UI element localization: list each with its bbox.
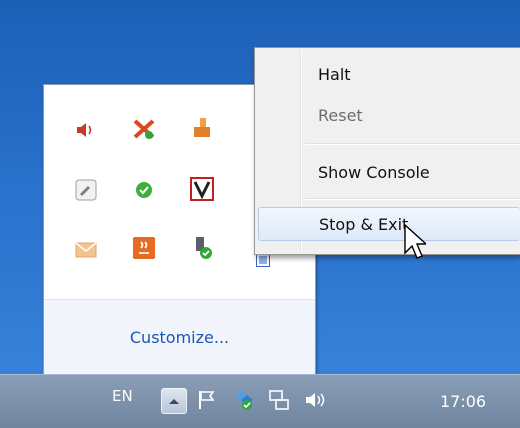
taskbar: EN 17:06	[0, 374, 520, 428]
v-check-icon[interactable]	[190, 177, 214, 201]
show-hidden-icons-button[interactable]	[161, 388, 187, 414]
menu-separator	[305, 198, 520, 200]
menu-item-reset[interactable]: Reset	[258, 98, 520, 132]
flag-icon[interactable]	[194, 387, 220, 413]
green-chat-icon[interactable]	[132, 178, 156, 202]
menu-separator	[305, 143, 520, 145]
network-icon[interactable]	[266, 387, 292, 413]
volume-red-icon[interactable]	[74, 118, 98, 142]
context-menu: Halt Reset Show Console Stop & Exit	[254, 47, 520, 255]
mouse-cursor-icon	[404, 224, 426, 259]
menu-item-halt[interactable]: Halt	[258, 57, 520, 91]
bucket-tool-icon[interactable]	[190, 115, 214, 139]
utility-x-icon[interactable]	[132, 117, 156, 141]
usb-safe-remove-icon[interactable]	[190, 236, 214, 260]
network-sync-icon[interactable]	[230, 387, 256, 413]
menu-item-stop-exit[interactable]: Stop & Exit	[258, 207, 520, 241]
chevron-up-icon	[169, 399, 179, 404]
wrench-box-icon[interactable]	[74, 178, 98, 202]
flyout-footer: Customize...	[44, 299, 315, 375]
java-icon[interactable]	[132, 236, 156, 260]
clock[interactable]: 17:06	[440, 387, 486, 415]
speaker-icon[interactable]	[302, 387, 328, 413]
menu-item-show-console[interactable]: Show Console	[258, 155, 520, 189]
customize-link[interactable]: Customize...	[130, 328, 229, 347]
envelope-icon[interactable]	[74, 238, 98, 262]
language-indicator[interactable]: EN	[112, 383, 133, 409]
